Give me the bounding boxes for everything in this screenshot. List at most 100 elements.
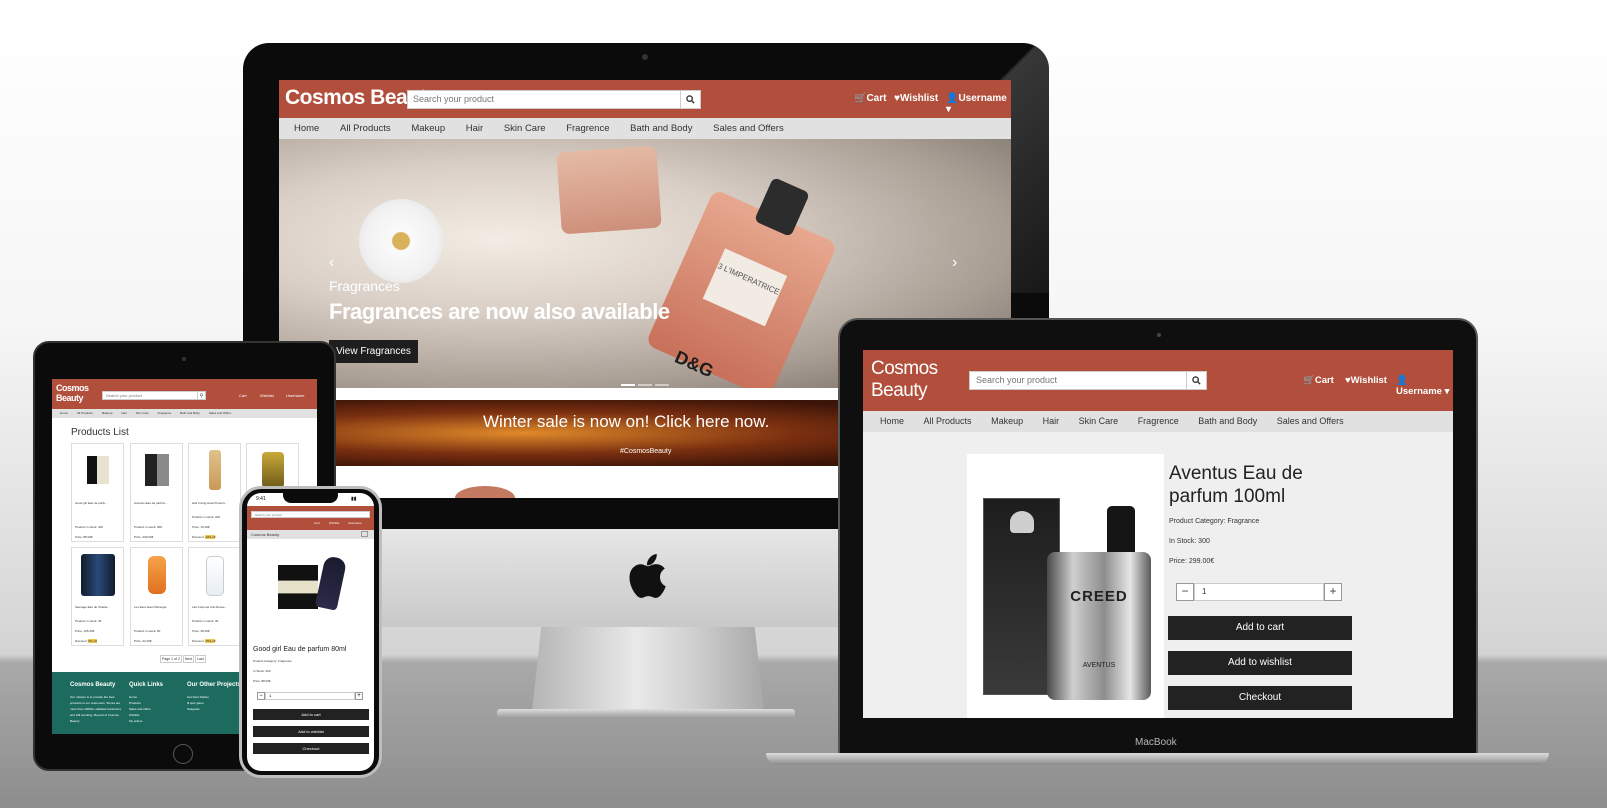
- nav-all-products[interactable]: All Products: [340, 118, 391, 139]
- main-nav: Home All Products Makeup Hair Skin Care …: [279, 118, 1011, 139]
- product-name: Hair Fixing Heat Protecti...: [192, 501, 228, 505]
- nav-sales-and-offers[interactable]: Sales and Offers: [1277, 411, 1344, 432]
- carousel-prev-icon[interactable]: ‹: [329, 254, 334, 272]
- carousel-dot-3[interactable]: [655, 384, 669, 386]
- footer-link[interactable]: Seagrass: [187, 706, 209, 712]
- nav-home[interactable]: Home: [60, 409, 68, 418]
- macbook-label: MacBook: [1135, 737, 1177, 748]
- cart-link[interactable]: Cart: [239, 393, 247, 398]
- nav-makeup[interactable]: Makeup: [411, 118, 445, 139]
- add-to-cart-button[interactable]: Add to cart: [253, 709, 369, 720]
- site-header: Search your product Cart Wishlist Userna…: [247, 506, 374, 530]
- product-stock: In Stock: 400: [253, 669, 271, 673]
- qty-increase-button[interactable]: +: [1324, 583, 1342, 601]
- nav-bath-and-body[interactable]: Bath and Body: [180, 409, 200, 418]
- nav-fragrence[interactable]: Fragrence: [158, 409, 172, 418]
- qty-decrease-button[interactable]: −: [1176, 583, 1194, 601]
- main-nav: Home All Products Makeup Hair Skin Care …: [863, 411, 1453, 432]
- footer-col3-links: Get Next Station Ill quiz game Seagrass: [187, 694, 209, 712]
- add-to-wishlist-button[interactable]: Add to wishlist: [1168, 651, 1352, 675]
- nav-hair[interactable]: Hair: [1043, 411, 1060, 432]
- product-card[interactable]: Good girl Eau de parfu... Product in sto…: [71, 443, 124, 542]
- product-card[interactable]: Hair Fixing Heat Protecti... Product in …: [188, 443, 241, 542]
- nav-skin-care[interactable]: Skin Care: [136, 409, 149, 418]
- product-card[interactable]: Sauvage Eau de Toilette... Product in st…: [71, 547, 124, 646]
- product-category: Product Category: Fragrance: [253, 659, 292, 663]
- nav-home[interactable]: Home: [294, 118, 319, 139]
- qty-decrease-button[interactable]: −: [257, 692, 265, 700]
- search-input[interactable]: Search your product: [407, 90, 682, 109]
- nav-skin-care[interactable]: Skin Care: [1079, 411, 1119, 432]
- product-card[interactable]: Lait Corporel Anti-Desse... Product in s…: [188, 547, 241, 646]
- view-fragrances-button[interactable]: View Fragrances: [329, 340, 418, 363]
- tablet-home-button[interactable]: [173, 744, 193, 764]
- search-input[interactable]: Search your product: [102, 391, 198, 400]
- user-menu[interactable]: Username: [286, 393, 304, 398]
- nav-hair[interactable]: Hair: [466, 118, 483, 139]
- nav-bath-and-body[interactable]: Bath and Body: [630, 118, 692, 139]
- username-label: Username: [1396, 386, 1442, 397]
- brand-logo[interactable]: Cosmos Beauty: [56, 383, 89, 403]
- search-input[interactable]: Search your product: [251, 511, 370, 518]
- nav-fragrence[interactable]: Fragrence: [1138, 411, 1179, 432]
- product-name: Aventus Eau de parfum ...: [134, 501, 169, 505]
- menu-toggle-icon[interactable]: [361, 531, 368, 537]
- bottle-label: 3 L'IMPERATRICE: [702, 248, 788, 327]
- product-thumb: [261, 452, 284, 488]
- product-title: Aventus Eau de parfum 100ml: [1169, 463, 1303, 507]
- user-menu[interactable]: 👤Username ▾: [1396, 375, 1453, 397]
- product-image: [254, 543, 367, 640]
- carousel-dot-1[interactable]: [621, 384, 635, 386]
- nav-sales-and-offers[interactable]: Sales and Offers: [713, 118, 784, 139]
- add-to-cart-button[interactable]: Add to cart: [1168, 616, 1352, 640]
- brand-logo[interactable]: Cosmos Beauty: [251, 532, 279, 537]
- imac-stand: [532, 627, 764, 711]
- product-stock: Product in stock: 50: [134, 629, 161, 633]
- qty-increase-button[interactable]: +: [355, 692, 363, 700]
- nav-makeup[interactable]: Makeup: [102, 409, 113, 418]
- product-card[interactable]: Les Eaux Eau D'Energie Product in stock:…: [130, 547, 183, 646]
- checkout-button[interactable]: Checkout: [1168, 686, 1352, 710]
- wishlist-link[interactable]: ♥Wishlist: [894, 93, 938, 104]
- nav-sales-and-offers[interactable]: Sales and Offers: [209, 409, 231, 418]
- wishlist-label: Wishlist: [329, 521, 340, 525]
- product-card[interactable]: Aventus Eau de parfum ... Product in sto…: [130, 443, 183, 542]
- search-icon: [686, 95, 695, 104]
- search-button[interactable]: [1186, 371, 1207, 390]
- qty-input[interactable]: 1: [1194, 583, 1324, 601]
- discount-badge: 10% off: [205, 535, 216, 539]
- nav-skin-care[interactable]: Skin Care: [504, 118, 546, 139]
- carousel-next-icon[interactable]: ›: [952, 254, 957, 272]
- nav-bath-and-body[interactable]: Bath and Body: [1198, 411, 1257, 432]
- laptop-base: [766, 753, 1549, 765]
- search-button[interactable]: [680, 90, 701, 109]
- cart-link[interactable]: 🛒Cart: [1303, 375, 1334, 386]
- footer-col2-links: Home Products Sales and offers Wishlist …: [129, 694, 151, 724]
- product-discount: Discount: 5% off: [75, 639, 97, 643]
- nav-all-products[interactable]: All Products: [77, 409, 93, 418]
- search-button[interactable]: ⚲: [197, 391, 206, 400]
- nav-fragrence[interactable]: Fragrence: [566, 118, 609, 139]
- cart-link[interactable]: Cart: [314, 521, 320, 525]
- user-menu[interactable]: 👤Username ▾: [946, 93, 1011, 115]
- nav-hair[interactable]: Hair: [121, 409, 127, 418]
- qty-input[interactable]: 1: [265, 692, 355, 700]
- product-thumb: [147, 556, 166, 594]
- wishlist-link[interactable]: Wishlist: [329, 521, 339, 525]
- next-page-link[interactable]: Next: [182, 655, 195, 663]
- add-to-wishlist-button[interactable]: Add to wishlist: [253, 726, 369, 737]
- carousel-dot-2[interactable]: [638, 384, 652, 386]
- tablet-camera: [182, 357, 186, 361]
- nav-home[interactable]: Home: [880, 411, 904, 432]
- wishlist-link[interactable]: Wishlist: [260, 393, 274, 398]
- last-page-link[interactable]: Last: [195, 655, 206, 663]
- checkout-button[interactable]: Checkout: [253, 743, 369, 754]
- brand-logo[interactable]: Cosmos Beauty: [871, 358, 938, 402]
- user-menu[interactable]: Username: [348, 521, 362, 525]
- footer-link[interactable]: My orders: [129, 718, 151, 724]
- nav-all-products[interactable]: All Products: [924, 411, 972, 432]
- nav-makeup[interactable]: Makeup: [991, 411, 1023, 432]
- cart-link[interactable]: 🛒Cart: [854, 93, 886, 104]
- wishlist-link[interactable]: ♥Wishlist: [1345, 375, 1387, 386]
- search-input[interactable]: Search your product: [969, 371, 1188, 390]
